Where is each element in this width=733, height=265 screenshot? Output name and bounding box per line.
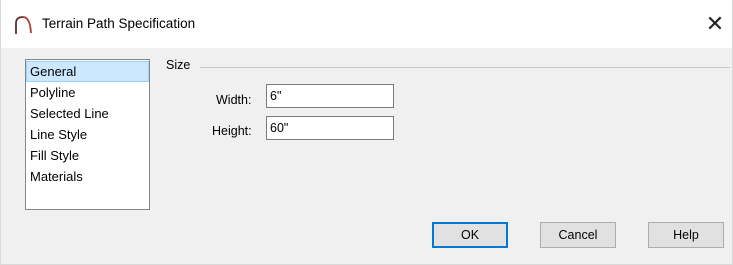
help-button[interactable]: Help bbox=[648, 222, 724, 248]
close-icon[interactable]: ✕ bbox=[701, 9, 729, 39]
width-label: Width: bbox=[216, 93, 252, 107]
category-item-fill-style[interactable]: Fill Style bbox=[26, 145, 149, 166]
ok-button[interactable]: OK bbox=[432, 222, 508, 248]
width-field[interactable] bbox=[266, 84, 394, 108]
terrain-path-icon bbox=[13, 14, 35, 36]
dialog-title: Terrain Path Specification bbox=[42, 16, 196, 31]
category-item-polyline[interactable]: Polyline bbox=[26, 82, 149, 103]
terrain-path-dialog: Terrain Path Specification ✕ General Pol… bbox=[0, 0, 733, 265]
category-item-general[interactable]: General bbox=[26, 61, 149, 82]
category-list[interactable]: General Polyline Selected Line Line Styl… bbox=[25, 59, 150, 210]
size-group-divider bbox=[200, 67, 730, 68]
title-bar[interactable]: Terrain Path Specification ✕ bbox=[1, 0, 732, 48]
cancel-button[interactable]: Cancel bbox=[540, 222, 616, 248]
category-item-selected-line[interactable]: Selected Line bbox=[26, 103, 149, 124]
height-label: Height: bbox=[212, 124, 252, 138]
size-group-label: Size bbox=[166, 58, 191, 72]
category-item-materials[interactable]: Materials bbox=[26, 166, 149, 187]
category-item-line-style[interactable]: Line Style bbox=[26, 124, 149, 145]
height-field[interactable] bbox=[266, 116, 394, 140]
